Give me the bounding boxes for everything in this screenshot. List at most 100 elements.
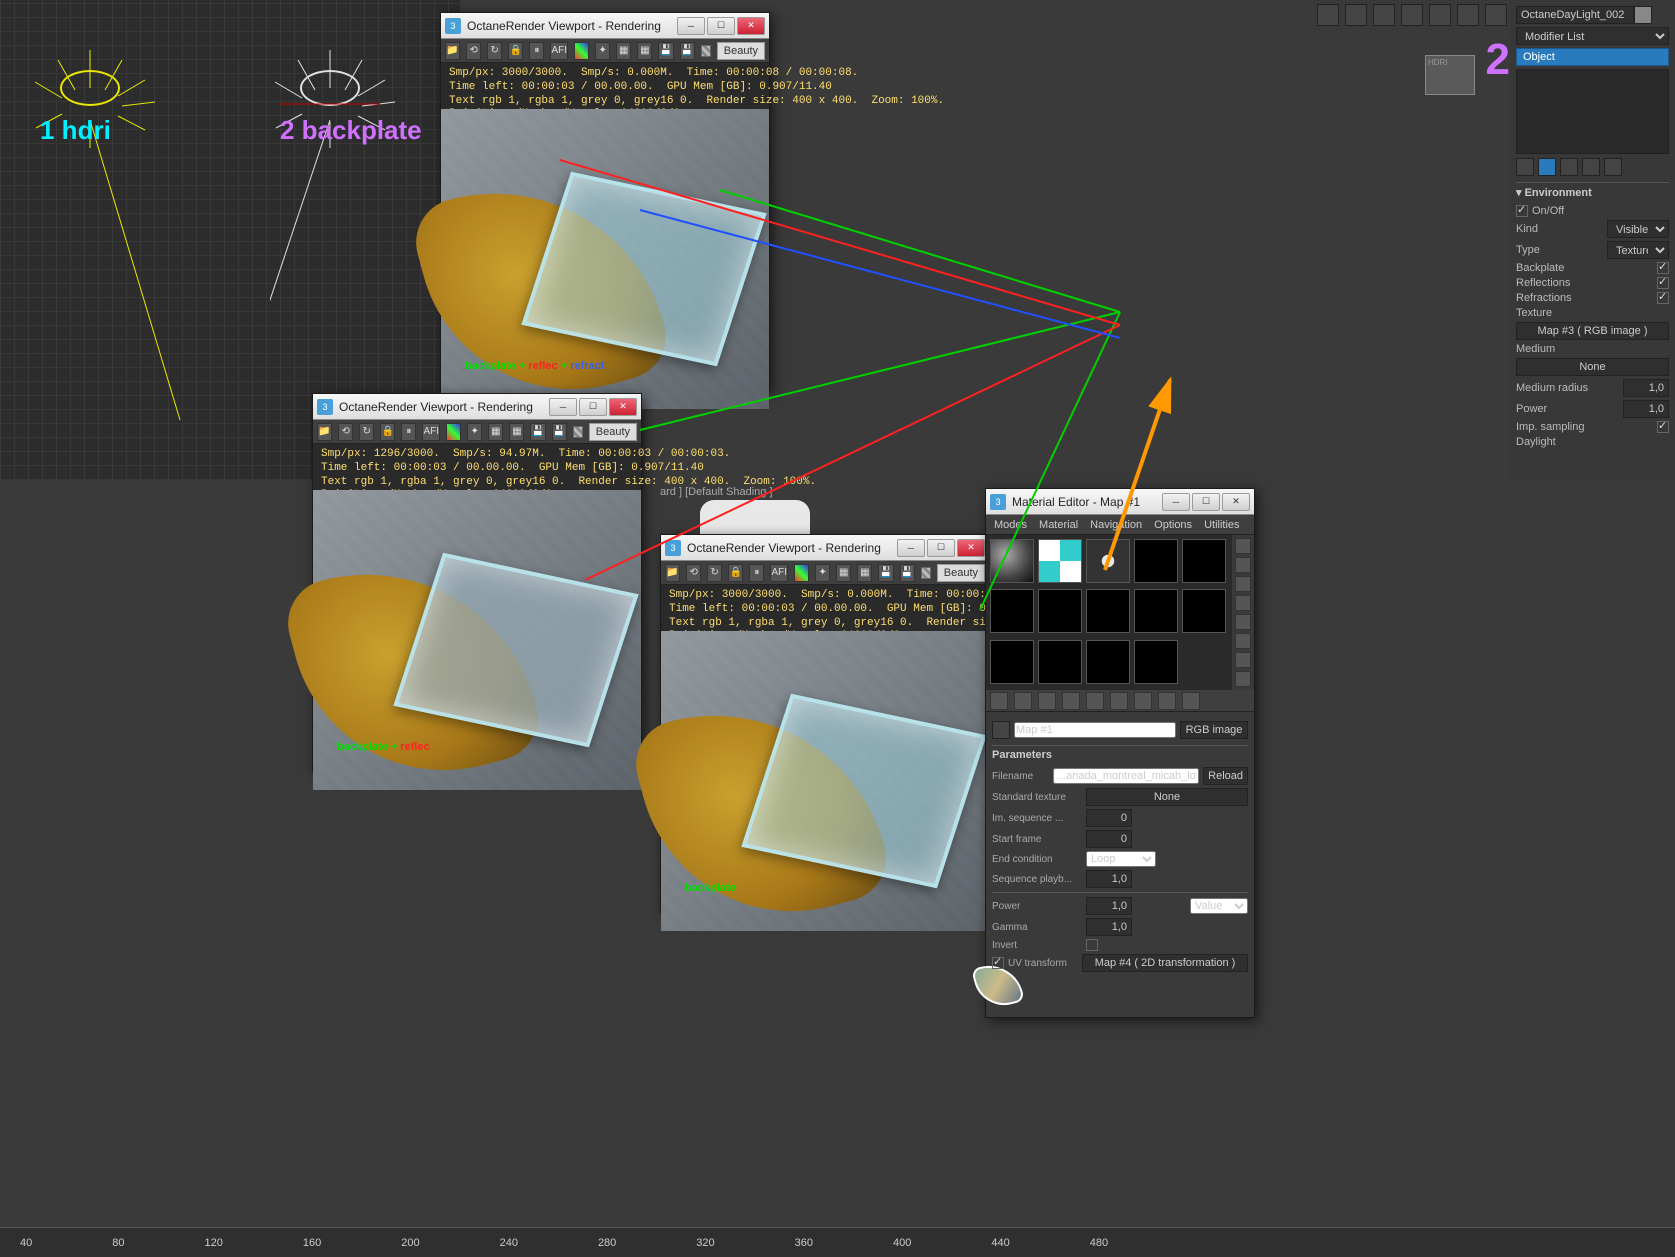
- titlebar[interactable]: 3 OctaneRender Viewport - Rendering ─ ☐ …: [441, 13, 769, 39]
- folder-icon[interactable]: 📁: [665, 564, 680, 582]
- save-icon[interactable]: 💾: [878, 564, 893, 582]
- material-slot[interactable]: [1134, 539, 1178, 583]
- pin-icon[interactable]: [1516, 158, 1534, 176]
- filename-field[interactable]: [1053, 768, 1199, 784]
- object-name-field[interactable]: [1516, 6, 1634, 24]
- material-slot[interactable]: [1086, 589, 1130, 633]
- color-icon[interactable]: [574, 42, 589, 60]
- titlebar[interactable]: 3 Material Editor - Map #1 ─☐✕: [986, 489, 1254, 515]
- close-button[interactable]: ✕: [737, 17, 765, 35]
- maximize-button[interactable]: ☐: [579, 398, 607, 416]
- timeline[interactable]: 4080120160200240280320360400440480: [0, 1227, 1675, 1257]
- folder-icon[interactable]: 📁: [317, 423, 332, 441]
- tool-icon[interactable]: [1485, 4, 1507, 26]
- reload-button[interactable]: Reload: [1203, 767, 1248, 785]
- rollout-parameters[interactable]: Parameters: [992, 745, 1248, 764]
- video-icon[interactable]: [1235, 614, 1251, 630]
- reload-icon[interactable]: ↻: [359, 423, 374, 441]
- startframe-spinner[interactable]: [1086, 830, 1132, 848]
- text-icon[interactable]: AFI: [770, 564, 788, 582]
- close-button[interactable]: ✕: [957, 539, 985, 557]
- tool-icon[interactable]: [1401, 4, 1423, 26]
- text-icon[interactable]: AFI: [422, 423, 440, 441]
- go-parent-icon[interactable]: [1158, 692, 1176, 710]
- tool-icon[interactable]: [1317, 4, 1339, 26]
- focus-icon[interactable]: ✦: [467, 423, 482, 441]
- uv-icon[interactable]: [1235, 595, 1251, 611]
- save2-icon[interactable]: 💾: [680, 42, 695, 60]
- invert-checkbox[interactable]: [1086, 939, 1098, 951]
- maximize-button[interactable]: ☐: [927, 539, 955, 557]
- config-icon[interactable]: [1604, 158, 1622, 176]
- menu-options[interactable]: Options: [1154, 519, 1192, 531]
- menu-material[interactable]: Material: [1039, 519, 1078, 531]
- modifier-stack[interactable]: [1516, 69, 1669, 154]
- reload-icon[interactable]: ↻: [707, 564, 722, 582]
- uvtransform-checkbox[interactable]: [992, 957, 1004, 969]
- minimize-button[interactable]: ─: [897, 539, 925, 557]
- save2-icon[interactable]: 💾: [900, 564, 915, 582]
- object-modifier[interactable]: Object: [1516, 48, 1669, 66]
- get-icon[interactable]: [990, 692, 1008, 710]
- checker-icon[interactable]: [921, 567, 931, 579]
- tool-icon[interactable]: ▦: [857, 564, 872, 582]
- pause-icon[interactable]: ⏸: [401, 423, 416, 441]
- pass-dropdown[interactable]: Beauty: [937, 564, 985, 582]
- endcond-dropdown[interactable]: Loop: [1086, 851, 1156, 867]
- power-value-dropdown[interactable]: Value: [1190, 898, 1248, 914]
- material-slot[interactable]: [1134, 589, 1178, 633]
- tool-icon[interactable]: ▦: [509, 423, 524, 441]
- map-name-field[interactable]: [1014, 722, 1176, 738]
- menu-navigation[interactable]: Navigation: [1090, 519, 1142, 531]
- octane-viewport-2[interactable]: 3 OctaneRender Viewport - Rendering ─☐✕ …: [312, 393, 642, 773]
- reset-icon[interactable]: [1062, 692, 1080, 710]
- octane-viewport-3[interactable]: 3 OctaneRender Viewport - Rendering ─☐✕ …: [660, 534, 990, 914]
- octane-viewport-1[interactable]: 3 OctaneRender Viewport - Rendering ─ ☐ …: [440, 12, 770, 392]
- backlight-icon[interactable]: [1235, 557, 1251, 573]
- importance-checkbox[interactable]: [1657, 421, 1669, 433]
- minimize-button[interactable]: ─: [549, 398, 577, 416]
- color-icon[interactable]: [794, 564, 809, 582]
- pass-dropdown[interactable]: Beauty: [717, 42, 765, 60]
- folder-icon[interactable]: 📁: [445, 42, 460, 60]
- modifier-list-dropdown[interactable]: Modifier List: [1516, 27, 1669, 45]
- pause-icon[interactable]: ⏸: [749, 564, 764, 582]
- gamma-spinner[interactable]: [1086, 918, 1132, 936]
- save2-icon[interactable]: 💾: [552, 423, 567, 441]
- region-icon[interactable]: ▦: [616, 42, 631, 60]
- material-slot[interactable]: [1182, 539, 1226, 583]
- onoff-checkbox[interactable]: [1516, 205, 1528, 217]
- checker-icon[interactable]: [701, 45, 711, 57]
- region-icon[interactable]: ▦: [836, 564, 851, 582]
- rate-spinner[interactable]: [1086, 870, 1132, 888]
- minimize-button[interactable]: ─: [677, 17, 705, 35]
- bulb-icon[interactable]: [1560, 158, 1578, 176]
- go-sibling-icon[interactable]: [1182, 692, 1200, 710]
- checker-icon[interactable]: [573, 426, 583, 438]
- lock-icon[interactable]: 🔒: [508, 42, 523, 60]
- tool-icon[interactable]: ▦: [637, 42, 652, 60]
- render-area[interactable]: backplate: [661, 648, 989, 913]
- put-icon[interactable]: [1014, 692, 1032, 710]
- rollout-environment[interactable]: ▾ Environment: [1516, 182, 1669, 202]
- material-slot[interactable]: [1038, 640, 1082, 684]
- maximize-button[interactable]: ☐: [1192, 493, 1220, 511]
- titlebar[interactable]: 3 OctaneRender Viewport - Rendering ─☐✕: [313, 394, 641, 420]
- material-slot[interactable]: [990, 539, 1034, 583]
- focus-icon[interactable]: ✦: [815, 564, 830, 582]
- pass-dropdown[interactable]: Beauty: [589, 423, 637, 441]
- refractions-checkbox[interactable]: [1657, 292, 1669, 304]
- copy-icon[interactable]: [1086, 692, 1104, 710]
- color-icon[interactable]: [446, 423, 461, 441]
- save-icon[interactable]: 💾: [658, 42, 673, 60]
- kind-dropdown[interactable]: Visible: [1607, 220, 1669, 238]
- background-icon[interactable]: [1235, 576, 1251, 592]
- pick-icon[interactable]: [992, 721, 1010, 739]
- select-icon[interactable]: [1235, 652, 1251, 668]
- render-area[interactable]: backplate + reflec + refract: [441, 126, 769, 391]
- options-icon[interactable]: [1235, 633, 1251, 649]
- show-icon[interactable]: [1134, 692, 1152, 710]
- assign-icon[interactable]: [1038, 692, 1056, 710]
- show-icon[interactable]: [1538, 158, 1556, 176]
- power-spinner[interactable]: [1086, 897, 1132, 915]
